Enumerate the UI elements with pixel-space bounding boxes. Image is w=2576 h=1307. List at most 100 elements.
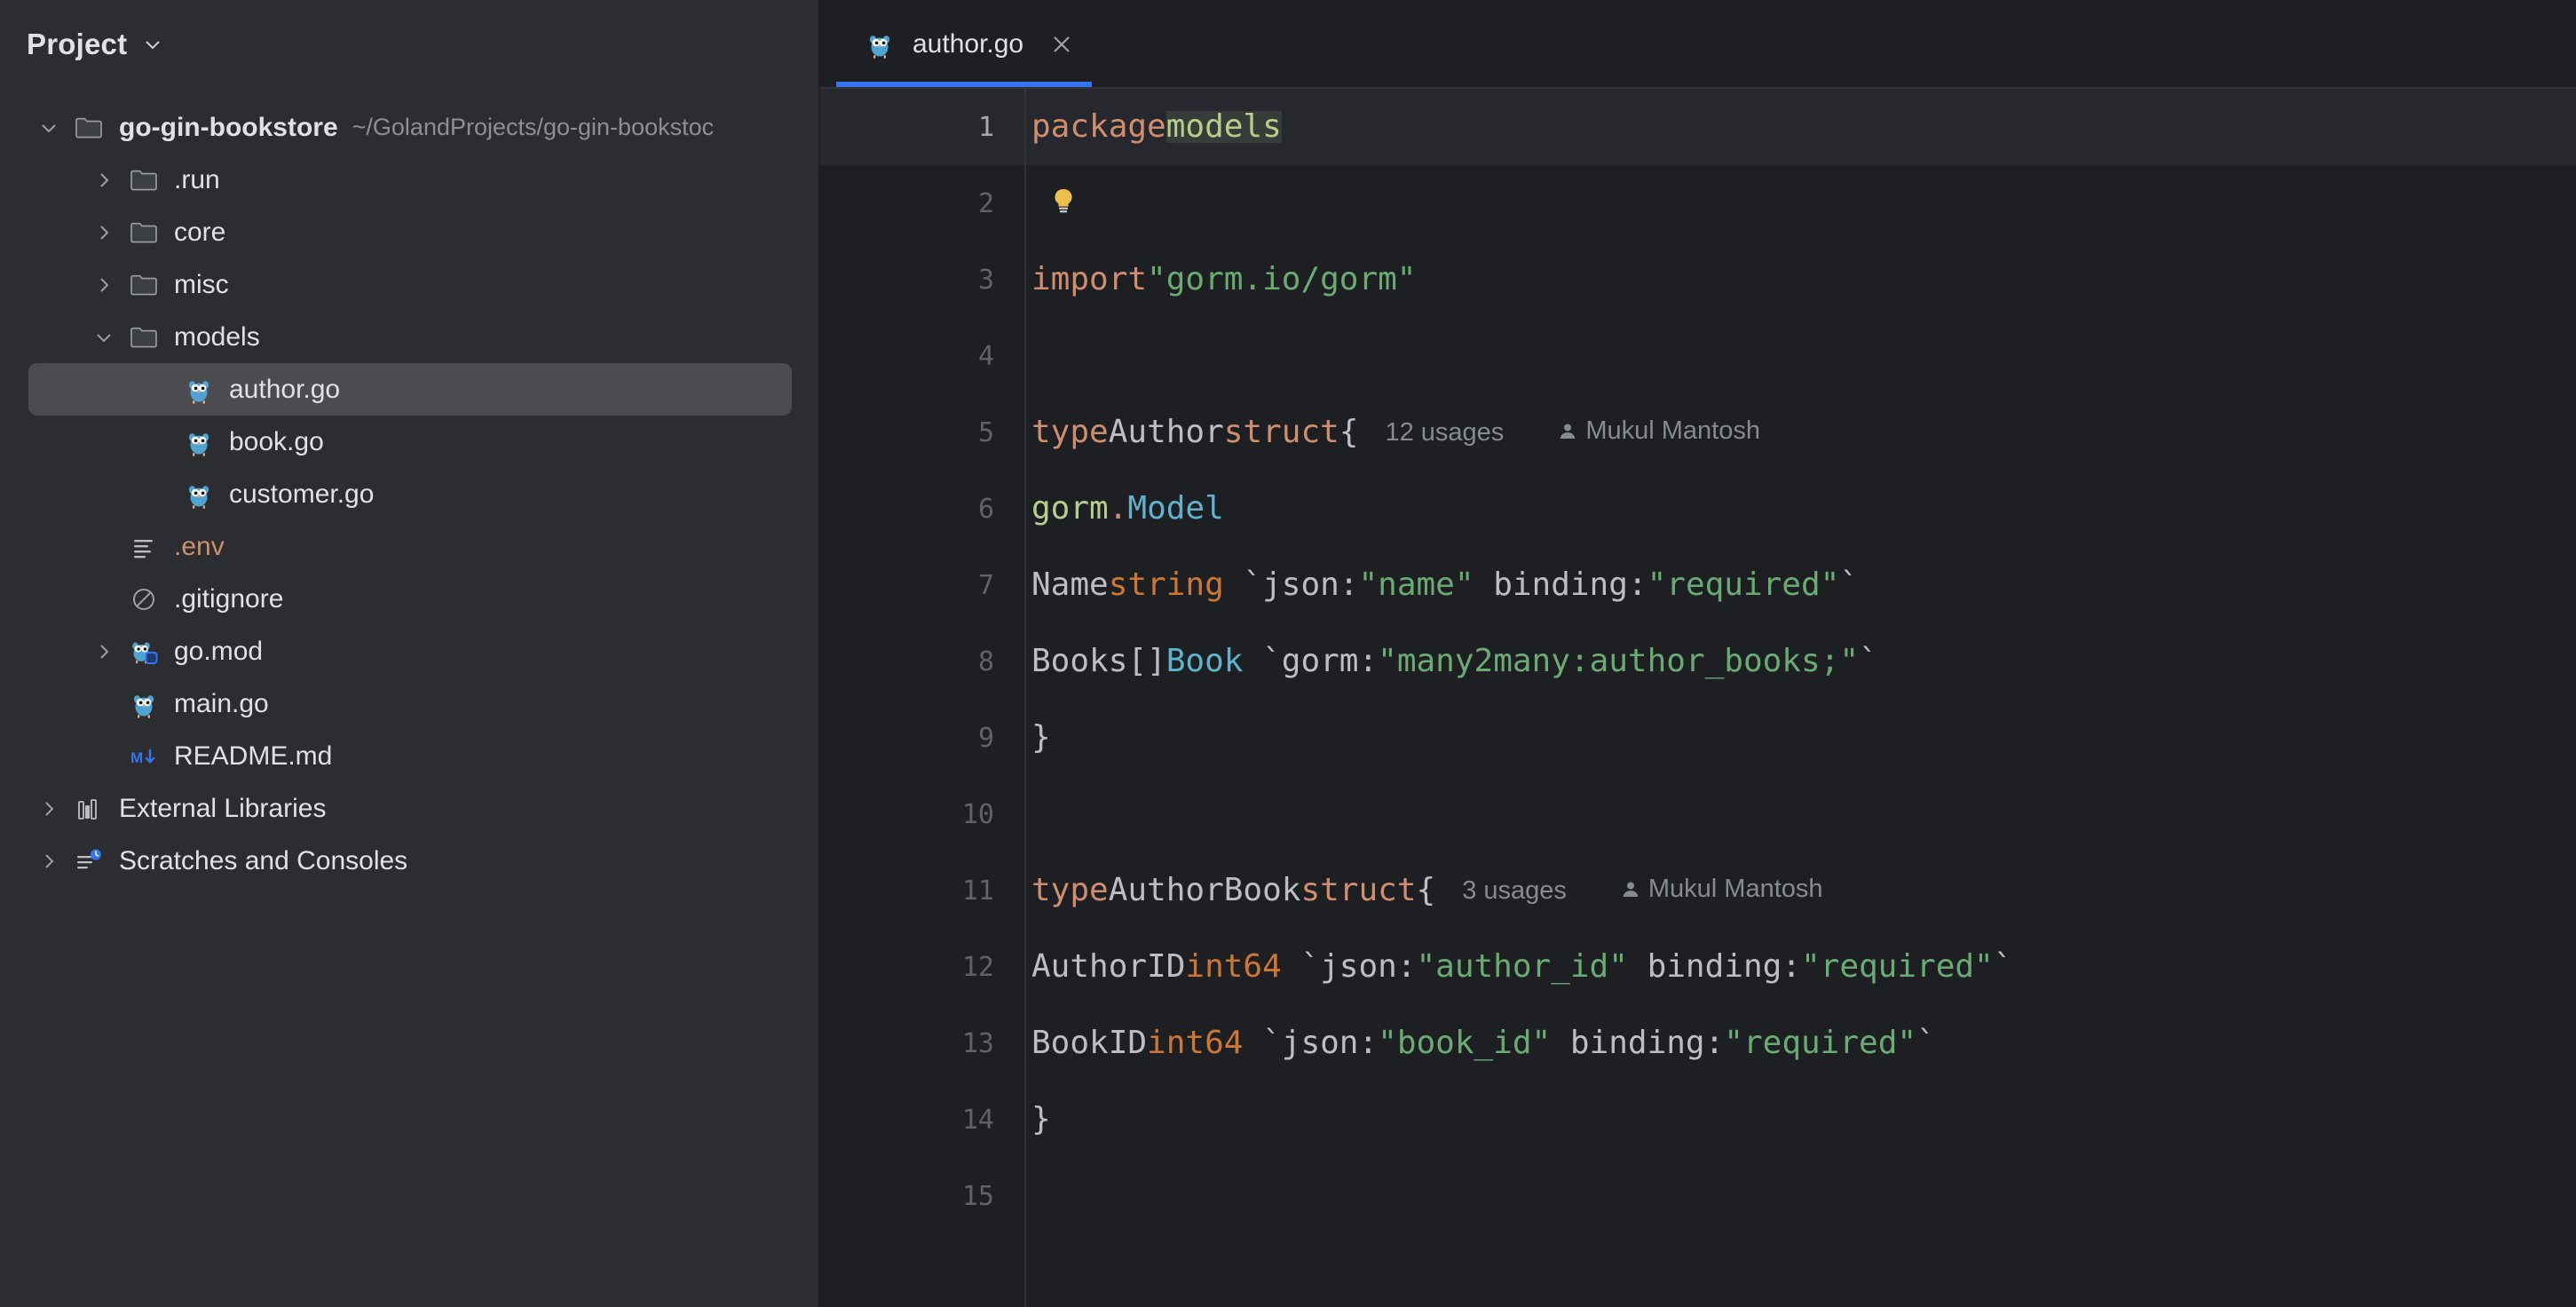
tree-item-label: .env xyxy=(174,534,225,560)
folder-icon xyxy=(69,113,108,143)
close-icon[interactable] xyxy=(1048,31,1075,58)
text-file-icon xyxy=(124,532,163,562)
chevron-right-icon[interactable] xyxy=(83,274,124,296)
project-file-tree[interactable]: go-gin-bookstore~/GolandProjects/go-gin-… xyxy=(0,89,820,887)
folder-icon xyxy=(124,218,163,248)
code-line-11[interactable]: type AuthorBook struct {3 usagesMukul Ma… xyxy=(1026,852,2576,929)
token-type-model: Model xyxy=(1127,493,1223,525)
token-tag: `json: xyxy=(1224,569,1359,601)
editor-gutter[interactable]: 123456789101112131415 xyxy=(820,89,1026,1307)
editor-tab-label: author.go xyxy=(913,29,1023,59)
project-panel-header[interactable]: Project xyxy=(0,0,820,89)
editor-code-content[interactable]: package models import "gorm.io/gorm" type … xyxy=(1026,89,2576,1307)
folder-icon xyxy=(124,322,163,352)
line-number-11[interactable]: 11 xyxy=(820,852,1024,929)
tree-item-readme-md[interactable]: M README.md xyxy=(28,730,792,782)
line-number-3[interactable]: 3 xyxy=(820,242,1024,318)
token-tag-value-json: "book_id" xyxy=(1378,1027,1551,1059)
code-line-4[interactable] xyxy=(1026,318,2576,394)
inlay-vcs-authorbook[interactable]: Mukul Mantosh xyxy=(1620,876,1823,906)
tree-item-scratches-and-consoles[interactable]: Scratches and Consoles xyxy=(28,835,792,887)
chevron-right-icon[interactable] xyxy=(83,170,124,191)
chevron-right-icon[interactable] xyxy=(28,798,69,820)
inlay-vcs-author-name: Mukul Mantosh xyxy=(1585,416,1760,445)
token-tag-value-binding: "required" xyxy=(1648,569,1840,601)
inlay-vcs-author[interactable]: Mukul Mantosh xyxy=(1557,418,1760,448)
token-type-int64: int64 xyxy=(1147,1027,1243,1059)
tree-item-core[interactable]: core xyxy=(28,206,792,258)
chevron-down-icon[interactable] xyxy=(83,327,124,348)
tree-item-label: models xyxy=(174,324,260,351)
tree-item-go-gin-bookstore[interactable]: go-gin-bookstore~/GolandProjects/go-gin-… xyxy=(28,101,792,154)
code-line-7[interactable]: Name string `json:"name" binding:"requir… xyxy=(1026,547,2576,623)
chevron-right-icon[interactable] xyxy=(83,641,124,662)
tree-item-book-go[interactable]: book.go xyxy=(28,416,792,468)
tree-item-go-mod[interactable]: go.mod xyxy=(28,625,792,677)
project-panel-title: Project xyxy=(27,28,127,61)
line-number-9[interactable]: 9 xyxy=(820,700,1024,776)
tree-item-author-go[interactable]: author.go xyxy=(28,363,792,416)
go-file-icon xyxy=(179,375,218,405)
line-number-6[interactable]: 6 xyxy=(820,471,1024,547)
code-line-13[interactable]: BookID int64 `json:"book_id" binding:"re… xyxy=(1026,1005,2576,1081)
code-line-2[interactable] xyxy=(1026,165,2576,242)
code-line-15[interactable] xyxy=(1026,1158,2576,1234)
svg-text:M: M xyxy=(130,749,143,766)
chevron-right-icon[interactable] xyxy=(83,222,124,243)
line-number-13[interactable]: 13 xyxy=(820,1005,1024,1081)
code-line-10[interactable] xyxy=(1026,776,2576,852)
token-brace-open: { xyxy=(1339,416,1359,448)
tree-item-label: README.md xyxy=(174,743,332,770)
tree-item-customer-go[interactable]: customer.go xyxy=(28,468,792,520)
line-number-7[interactable]: 7 xyxy=(820,547,1024,623)
line-number-12[interactable]: 12 xyxy=(820,929,1024,1005)
lightbulb-icon[interactable] xyxy=(1047,185,1079,223)
code-line-1[interactable]: package models xyxy=(1026,89,2576,165)
token-tag-value-json: "author_id" xyxy=(1416,951,1627,983)
code-line-8[interactable]: Books []Book `gorm:"many2many:author_boo… xyxy=(1026,623,2576,700)
code-line-3[interactable]: import "gorm.io/gorm" xyxy=(1026,242,2576,318)
code-line-12[interactable]: AuthorID int64 `json:"author_id" binding… xyxy=(1026,929,2576,1005)
token-package-name: models xyxy=(1166,111,1282,143)
token-tag-close: ` xyxy=(1859,646,1878,677)
line-number-5[interactable]: 5 xyxy=(820,394,1024,471)
chevron-down-icon[interactable] xyxy=(143,35,162,54)
line-number-14[interactable]: 14 xyxy=(820,1081,1024,1158)
go-file-icon xyxy=(124,689,163,719)
token-type-book: Book xyxy=(1166,646,1244,677)
line-number-2[interactable]: 2 xyxy=(820,165,1024,242)
tree-item--run[interactable]: .run xyxy=(28,154,792,206)
line-number-10[interactable]: 10 xyxy=(820,776,1024,852)
inlay-usages-author[interactable]: 12 usages xyxy=(1385,420,1504,446)
tree-item-label: main.go xyxy=(174,691,269,717)
token-tag-close: ` xyxy=(1839,569,1859,601)
line-number-4[interactable]: 4 xyxy=(820,318,1024,394)
code-line-9[interactable]: } xyxy=(1026,700,2576,776)
tree-item--gitignore[interactable]: .gitignore xyxy=(28,573,792,625)
tree-item-misc[interactable]: misc xyxy=(28,258,792,311)
tree-item-label: core xyxy=(174,219,225,246)
token-dot: . xyxy=(1109,493,1128,525)
line-number-15[interactable]: 15 xyxy=(820,1158,1024,1234)
project-tool-window: Project go-gin-bookstore~/GolandProjects… xyxy=(0,0,820,1307)
inlay-usages-authorbook[interactable]: 3 usages xyxy=(1462,878,1567,904)
tree-item-external-libraries[interactable]: External Libraries xyxy=(28,782,792,835)
token-brace-close: } xyxy=(1031,722,1051,754)
token-type-name-authorbook: AuthorBook xyxy=(1109,875,1301,907)
editor-tab-author-go[interactable]: author.go xyxy=(836,0,1100,89)
code-line-14[interactable]: } xyxy=(1026,1081,2576,1158)
chevron-down-icon[interactable] xyxy=(28,117,69,139)
code-editor[interactable]: 123456789101112131415 package modelsimpo… xyxy=(820,89,2576,1307)
go-file-icon xyxy=(179,427,218,457)
tree-item--env[interactable]: .env xyxy=(28,520,792,573)
token-tag-binding: binding: xyxy=(1551,1027,1724,1059)
code-line-6[interactable]: gorm.Model xyxy=(1026,471,2576,547)
line-number-8[interactable]: 8 xyxy=(820,623,1024,700)
scratches-icon xyxy=(69,846,108,876)
tree-item-models[interactable]: models xyxy=(28,311,792,363)
token-keyword-struct: struct xyxy=(1300,875,1416,907)
chevron-right-icon[interactable] xyxy=(28,851,69,872)
code-line-5[interactable]: type Author struct {12 usagesMukul Manto… xyxy=(1026,394,2576,471)
tree-item-main-go[interactable]: main.go xyxy=(28,677,792,730)
line-number-1[interactable]: 1 xyxy=(820,89,1024,165)
